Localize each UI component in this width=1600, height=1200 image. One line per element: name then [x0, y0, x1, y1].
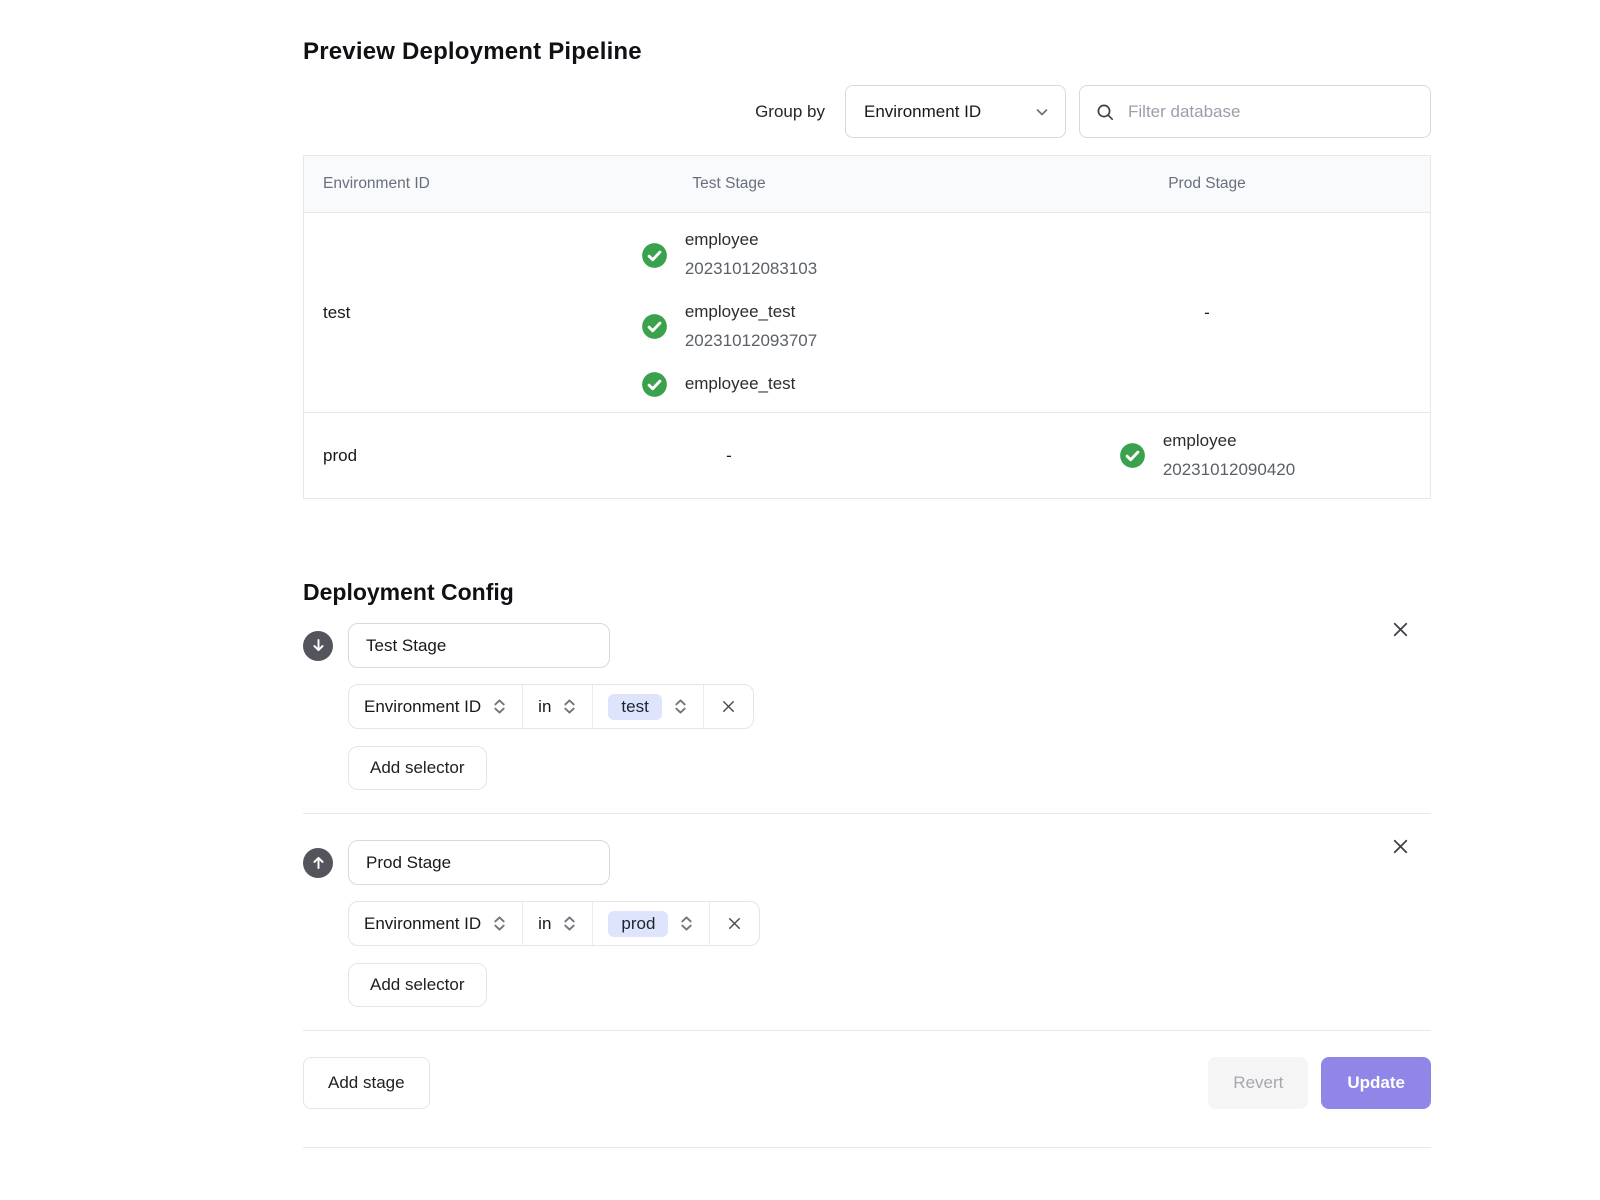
- remove-selector-button[interactable]: [709, 902, 759, 945]
- config-footer: Add stage Revert Update: [303, 1057, 1431, 1109]
- updown-caret-icon: [673, 697, 688, 716]
- test-stage-cell: employee 20231012083103 employee_test 20…: [474, 213, 984, 412]
- updown-caret-icon: [562, 697, 577, 716]
- group-by-select[interactable]: Environment ID: [845, 85, 1066, 138]
- bottom-divider: [303, 1147, 1431, 1148]
- selector-value-tag: prod: [608, 911, 668, 937]
- stage-title-input[interactable]: [348, 840, 610, 885]
- selector-operator-value: in: [538, 697, 551, 717]
- pipeline-table: Environment ID Test Stage Prod Stage tes…: [303, 155, 1431, 499]
- selector-rule: Environment ID in test: [348, 684, 754, 729]
- stage-config-prod: Environment ID in prod: [303, 840, 1431, 1007]
- chevron-down-icon: [1034, 104, 1050, 120]
- selector-value-select[interactable]: prod: [592, 902, 709, 945]
- remove-selector-button[interactable]: [703, 685, 753, 728]
- selector-value-select[interactable]: test: [592, 685, 702, 728]
- selector-rule: Environment ID in prod: [348, 901, 760, 946]
- success-check-icon: [641, 371, 668, 398]
- environment-cell: test: [304, 213, 474, 412]
- column-header-test-stage: Test Stage: [474, 175, 984, 193]
- stage-title-input[interactable]: [348, 623, 610, 668]
- database-entry: employee_test: [641, 370, 817, 399]
- remove-selector-icon: [725, 914, 744, 933]
- database-entry: employee 20231012090420: [1119, 427, 1295, 485]
- deployment-config-title: Deployment Config: [303, 579, 514, 606]
- selector-operator-select[interactable]: in: [522, 902, 592, 945]
- group-by-label: Group by: [755, 102, 825, 122]
- footer-divider: [303, 1030, 1431, 1031]
- database-name: employee_test: [685, 298, 817, 327]
- updown-caret-icon: [562, 914, 577, 933]
- selector-field-value: Environment ID: [364, 697, 481, 717]
- update-button[interactable]: Update: [1321, 1057, 1431, 1109]
- success-check-icon: [641, 242, 668, 269]
- column-header-environment-id: Environment ID: [304, 175, 474, 193]
- database-name: employee: [1163, 427, 1295, 456]
- selector-field-select[interactable]: Environment ID: [349, 685, 522, 728]
- remove-selector-icon: [719, 697, 738, 716]
- filter-database-box: [1079, 85, 1431, 138]
- database-name: employee: [685, 226, 817, 255]
- table-row-test: test employee 20231012083103: [304, 213, 1430, 412]
- selector-field-value: Environment ID: [364, 914, 481, 934]
- arrow-down-circle-icon: [303, 631, 333, 661]
- remove-stage-button[interactable]: [1388, 617, 1412, 641]
- updown-caret-icon: [492, 697, 507, 716]
- preview-deployment-pipeline-panel: Preview Deployment Pipeline Group by Env…: [303, 0, 1431, 1200]
- revert-button[interactable]: Revert: [1208, 1057, 1308, 1109]
- column-header-prod-stage: Prod Stage: [984, 175, 1430, 193]
- filter-database-input[interactable]: [1126, 101, 1415, 123]
- page-title: Preview Deployment Pipeline: [303, 38, 642, 66]
- table-row-prod: prod - employee 20231012090420: [304, 412, 1430, 498]
- group-by-selected-value: Environment ID: [864, 102, 981, 122]
- add-stage-button[interactable]: Add stage: [303, 1057, 430, 1109]
- test-stage-cell-empty: -: [474, 413, 984, 498]
- stage-config-test: Environment ID in test: [303, 623, 1431, 790]
- pipeline-table-header: Environment ID Test Stage Prod Stage: [304, 156, 1430, 213]
- database-version: 20231012083103: [685, 255, 817, 284]
- environment-cell: prod: [304, 413, 474, 498]
- pipeline-toolbar: Group by Environment ID: [755, 85, 1431, 138]
- selector-operator-value: in: [538, 914, 551, 934]
- close-icon: [1390, 836, 1411, 857]
- prod-stage-cell: employee 20231012090420: [984, 413, 1430, 498]
- selector-value-tag: test: [608, 694, 661, 720]
- close-icon: [1390, 619, 1411, 640]
- prod-stage-cell-empty: -: [984, 213, 1430, 412]
- remove-stage-button[interactable]: [1388, 834, 1412, 858]
- success-check-icon: [641, 313, 668, 340]
- database-list: employee 20231012083103 employee_test 20…: [641, 226, 817, 398]
- add-selector-button[interactable]: Add selector: [348, 746, 487, 790]
- updown-caret-icon: [492, 914, 507, 933]
- success-check-icon: [1119, 442, 1146, 469]
- database-list: employee 20231012090420: [1119, 427, 1295, 485]
- search-icon: [1095, 102, 1115, 122]
- database-name: employee_test: [685, 370, 796, 399]
- database-version: 20231012090420: [1163, 456, 1295, 485]
- add-selector-button[interactable]: Add selector: [348, 963, 487, 1007]
- selector-field-select[interactable]: Environment ID: [349, 902, 522, 945]
- database-version: 20231012093707: [685, 327, 817, 356]
- updown-caret-icon: [679, 914, 694, 933]
- arrow-up-circle-icon: [303, 848, 333, 878]
- database-entry: employee 20231012083103: [641, 226, 817, 284]
- database-entry: employee_test 20231012093707: [641, 298, 817, 356]
- stage-divider: [303, 813, 1431, 814]
- selector-operator-select[interactable]: in: [522, 685, 592, 728]
